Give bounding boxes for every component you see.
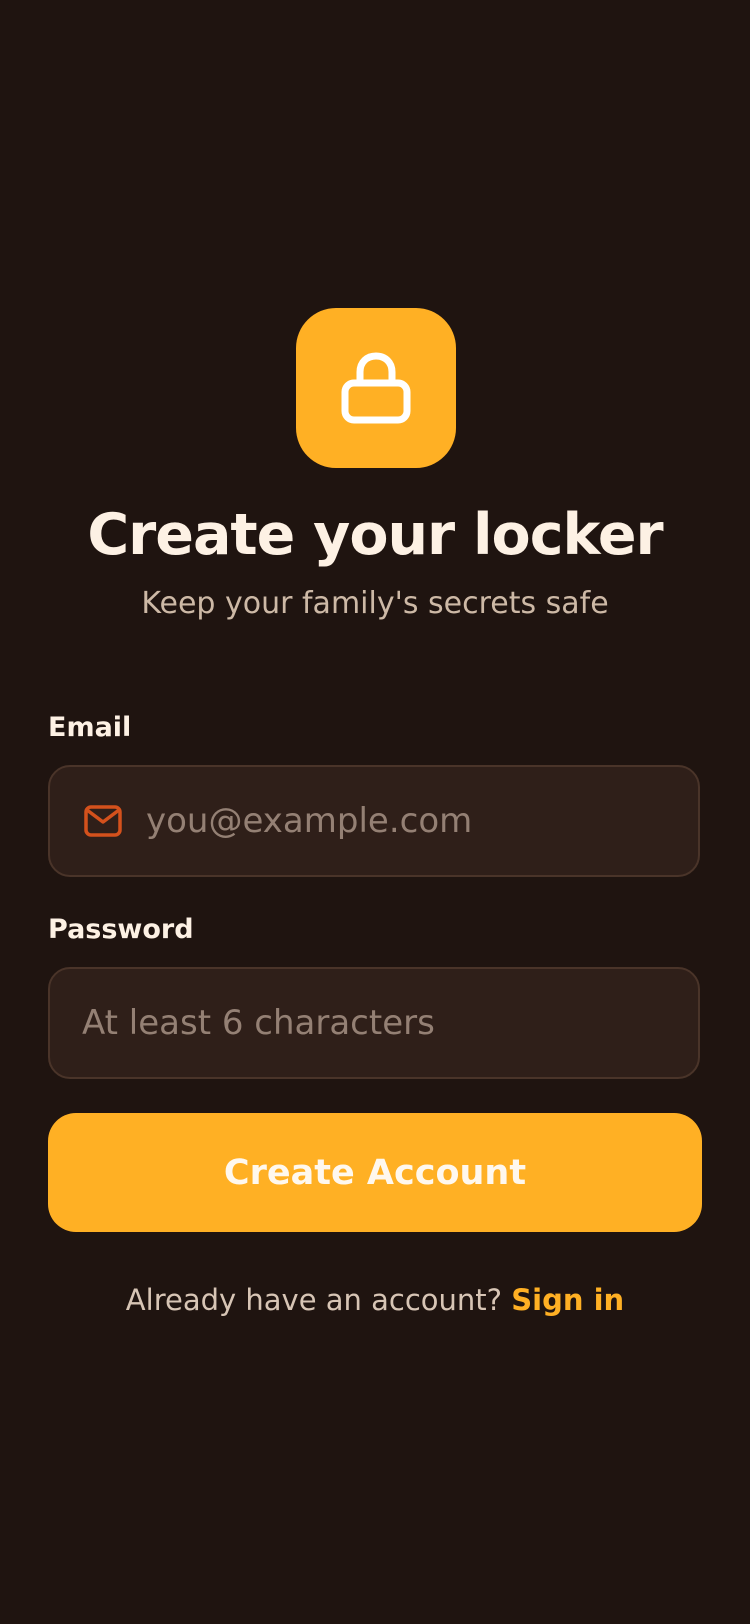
lock-icon bbox=[341, 352, 411, 424]
password-field[interactable]: At least 6 characters bbox=[48, 967, 700, 1079]
password-placeholder: At least 6 characters bbox=[82, 1003, 435, 1043]
signin-prompt-text: Already have an account? bbox=[125, 1283, 503, 1317]
page-title: Create your locker bbox=[87, 502, 663, 568]
mail-icon bbox=[84, 805, 122, 837]
sign-in-link[interactable]: Sign in bbox=[511, 1283, 624, 1317]
app-logo bbox=[296, 308, 456, 468]
signin-prompt-row: Already have an account? Sign in bbox=[0, 1280, 750, 1320]
page-subtitle: Keep your family's secrets safe bbox=[141, 586, 609, 621]
signup-screen: Create your locker Keep your family's se… bbox=[0, 0, 750, 1624]
email-label: Email bbox=[48, 712, 132, 743]
create-account-button[interactable]: Create Account bbox=[48, 1113, 702, 1232]
password-label: Password bbox=[48, 914, 194, 945]
email-field[interactable]: you@example.com bbox=[48, 765, 700, 877]
email-placeholder: you@example.com bbox=[146, 801, 473, 841]
